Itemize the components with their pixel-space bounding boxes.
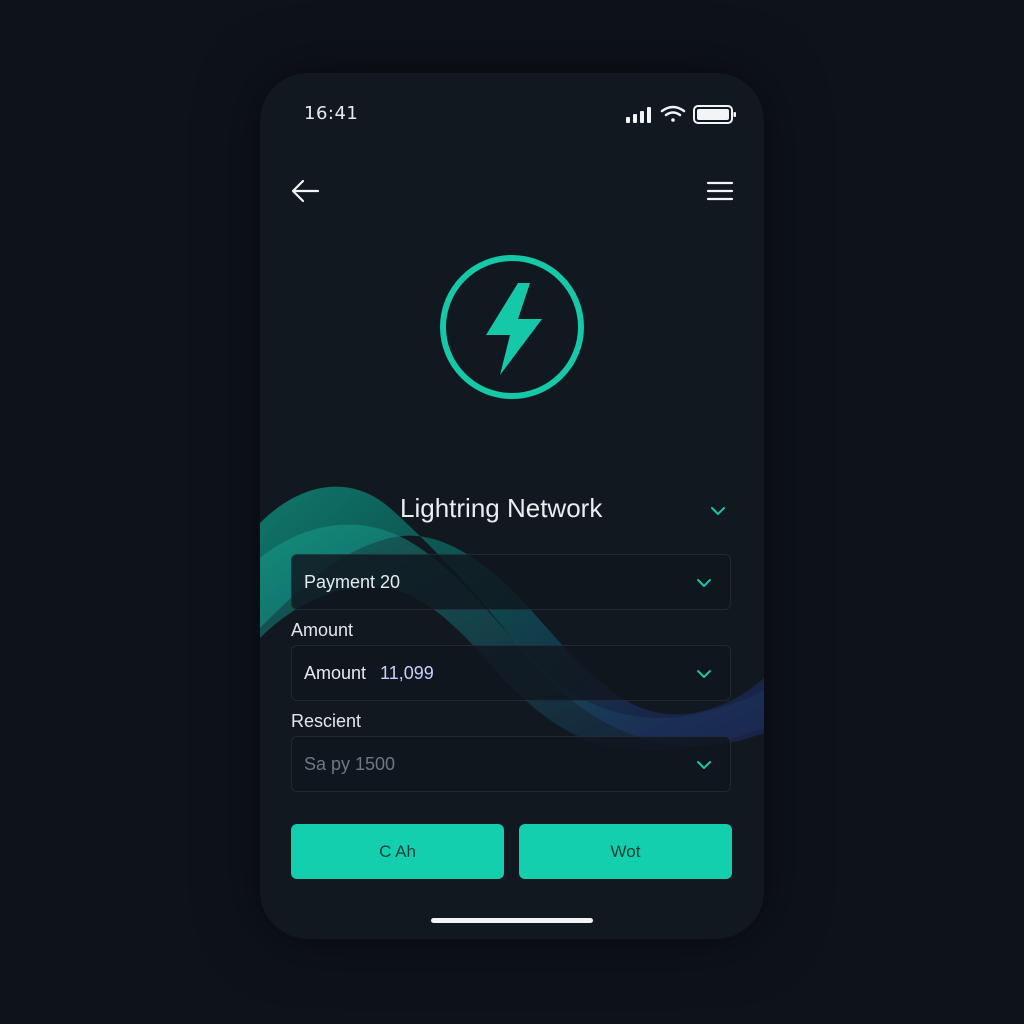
home-indicator[interactable] bbox=[431, 918, 593, 923]
wifi-icon bbox=[660, 105, 686, 122]
lightning-bolt-icon bbox=[440, 255, 584, 399]
arrow-left-icon bbox=[291, 179, 320, 203]
recipient-placeholder: Sa py 1500 bbox=[304, 754, 396, 774]
chevron-down-icon bbox=[711, 507, 725, 515]
chevron-down-icon bbox=[697, 579, 711, 587]
chevron-down-icon bbox=[697, 670, 711, 678]
recipient-label: Rescient bbox=[291, 711, 362, 731]
lightning-logo bbox=[438, 253, 586, 401]
amount-select[interactable]: Amount 11,099 bbox=[291, 645, 731, 701]
network-title: Lightring Network bbox=[400, 493, 603, 523]
hamburger-menu-icon bbox=[706, 181, 734, 201]
menu-button[interactable] bbox=[702, 173, 738, 209]
chevron-down-icon bbox=[697, 761, 711, 769]
amount-label: Amount bbox=[291, 620, 354, 640]
right-action-button[interactable]: Wot bbox=[519, 824, 732, 879]
back-button[interactable] bbox=[288, 173, 324, 209]
left-action-button[interactable]: C Ah bbox=[291, 824, 504, 879]
status-time: 16:41 bbox=[304, 103, 359, 124]
recipient-select[interactable]: Sa py 1500 bbox=[291, 736, 731, 792]
payment-value: Payment 20 bbox=[304, 572, 401, 592]
phone-frame: 16:41 Lightring Network Payment 20 Amoun… bbox=[260, 73, 764, 939]
amount-field-label: Amount bbox=[304, 663, 367, 683]
amount-field-content: Amount 11,099 bbox=[304, 663, 434, 684]
amount-value: 11,099 bbox=[380, 663, 434, 683]
network-selector[interactable]: Lightring Network bbox=[260, 491, 764, 531]
status-icons bbox=[626, 103, 738, 127]
signal-icon bbox=[626, 107, 651, 123]
payment-select[interactable]: Payment 20 bbox=[291, 554, 731, 610]
battery-icon bbox=[693, 105, 736, 124]
